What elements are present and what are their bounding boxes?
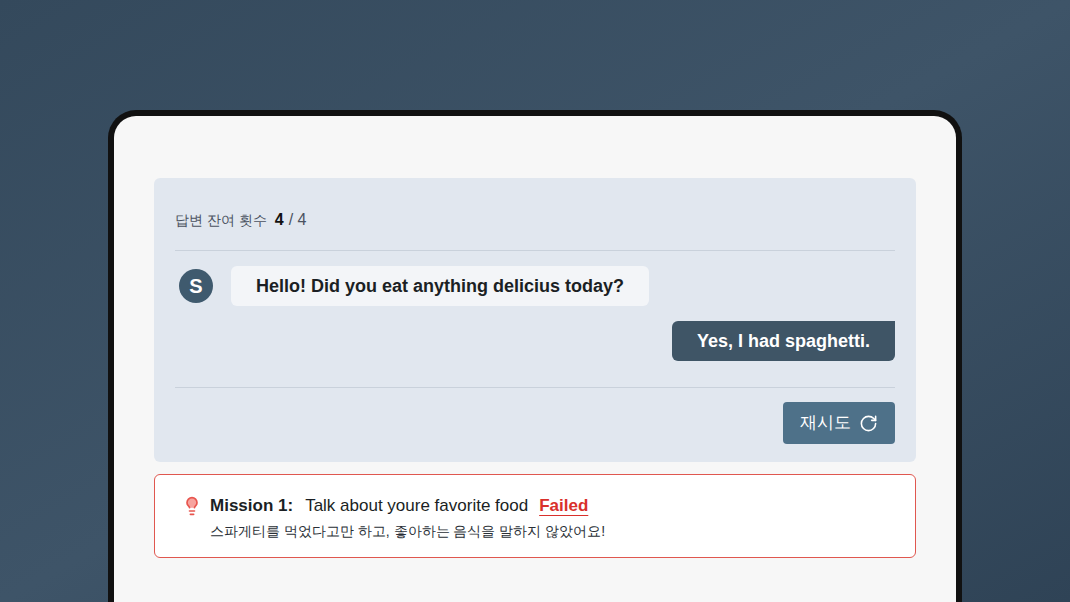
mission-label: Mission 1:: [210, 494, 293, 518]
tablet-frame: 답변 잔여 횟수4/ 4 S Hello! Did you eat anything…: [108, 110, 962, 602]
lightbulb-icon: [182, 496, 202, 516]
remaining-count: 답변 잔여 횟수4/ 4: [175, 210, 895, 251]
mission-card: Mission 1: Talk about youre favorite food…: [154, 474, 916, 558]
retry-button[interactable]: 재시도: [783, 402, 895, 444]
mission-status: Failed: [539, 494, 588, 518]
chat-panel: 답변 잔여 횟수4/ 4 S Hello! Did you eat anything…: [154, 178, 916, 462]
user-message-row: Yes, I had spaghetti.: [179, 321, 895, 361]
bot-message-bubble: Hello! Did you eat anything delicius tod…: [231, 266, 649, 306]
mission-feedback: 스파게티를 먹었다고만 하고, 좋아하는 음식을 말하지 않았어요!: [182, 521, 895, 541]
user-message-bubble: Yes, I had spaghetti.: [672, 321, 895, 361]
page: 답변 잔여 횟수4/ 4 S Hello! Did you eat anything…: [0, 0, 1070, 602]
refresh-icon: [859, 414, 878, 433]
message-list: S Hello! Did you eat anything delicius to…: [175, 251, 895, 388]
tablet-screen: 답변 잔여 횟수4/ 4 S Hello! Did you eat anything…: [114, 116, 956, 602]
bot-avatar: S: [179, 269, 213, 303]
bot-message-row: S Hello! Did you eat anything delicius to…: [179, 266, 895, 306]
mission-title: Talk about youre favorite food: [305, 494, 528, 518]
